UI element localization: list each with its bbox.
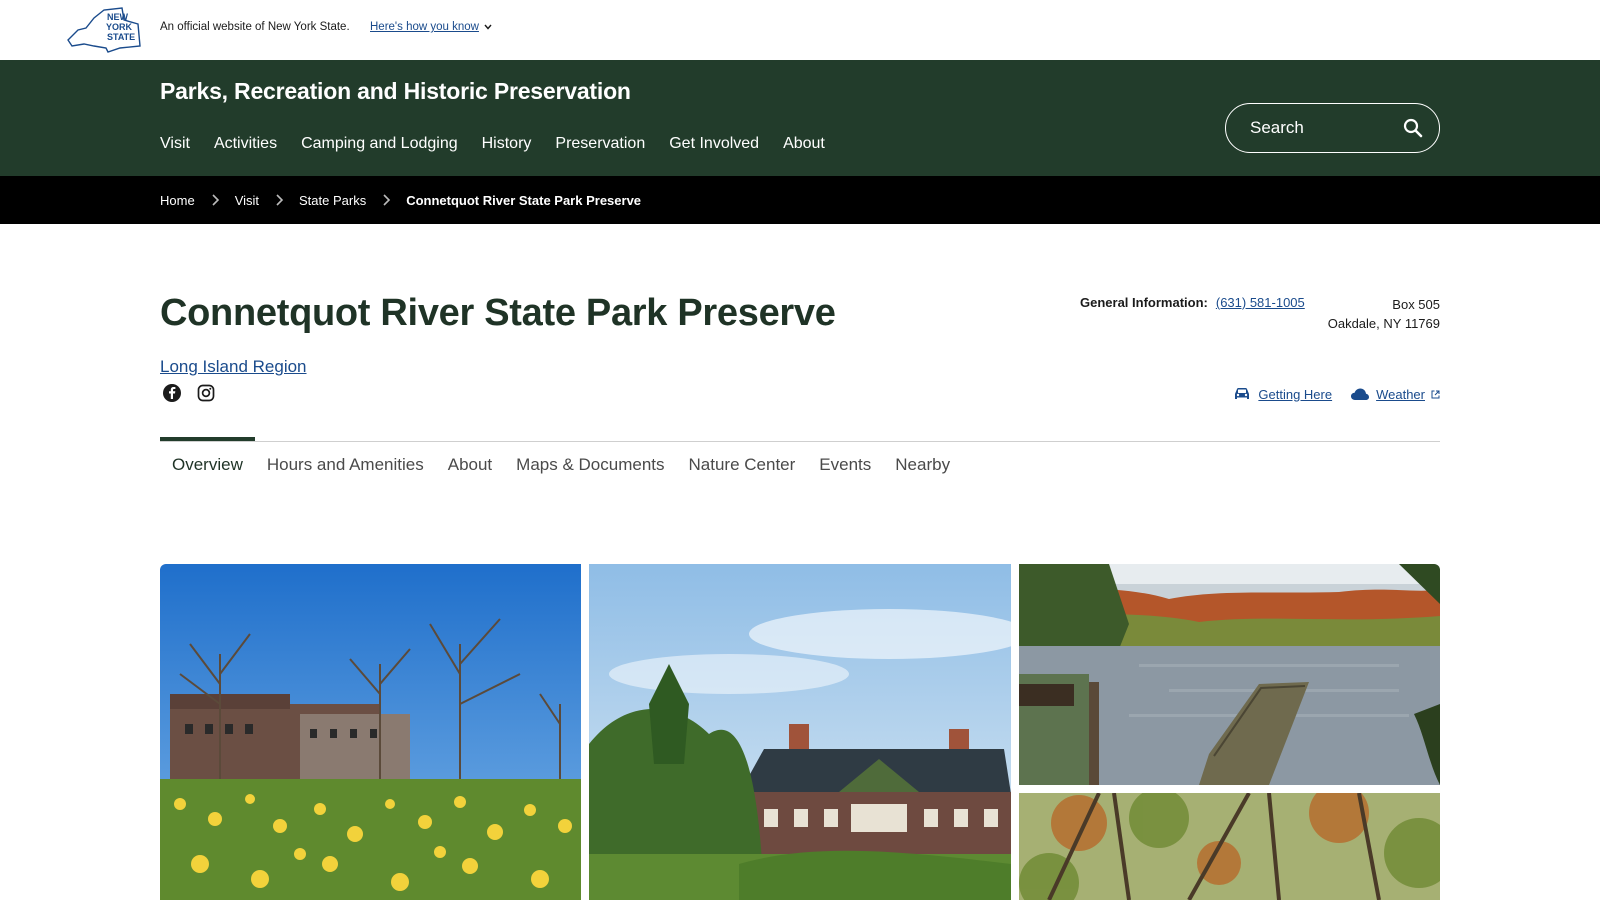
tab-hours-and-amenities[interactable]: Hours and Amenities [255, 441, 436, 481]
logo-text-york: YORK [106, 22, 133, 32]
tab-nature-center[interactable]: Nature Center [677, 441, 808, 481]
park-tabs: Overview Hours and Amenities About Maps … [160, 437, 962, 481]
search-input[interactable] [1250, 118, 1390, 138]
breadcrumb: Home Visit State Parks Connetquot River … [0, 176, 1600, 224]
agency-title[interactable]: Parks, Recreation and Historic Preservat… [160, 78, 631, 105]
photo-gallery [160, 564, 1440, 900]
tab-events[interactable]: Events [807, 441, 883, 481]
gallery-photo-manor-house[interactable] [589, 564, 1011, 900]
nav-get-involved[interactable]: Get Involved [669, 135, 759, 153]
tab-maps-and-documents[interactable]: Maps & Documents [504, 441, 676, 481]
weather-link[interactable]: Weather [1350, 386, 1440, 402]
chevron-down-icon [484, 24, 492, 30]
breadcrumb-visit[interactable]: Visit [235, 193, 259, 208]
chevron-right-icon [276, 194, 284, 206]
nys-logo[interactable]: NEW YORK STATE [64, 6, 144, 54]
breadcrumb-state-parks[interactable]: State Parks [299, 193, 366, 208]
main-nav: Visit Activities Camping and Lodging His… [160, 135, 849, 153]
search-icon[interactable] [1401, 116, 1425, 140]
general-info-label: General Information: [1080, 295, 1208, 310]
gallery-photo-lake-dock[interactable] [1019, 564, 1440, 785]
car-icon [1235, 388, 1250, 399]
weather-label: Weather [1376, 386, 1425, 402]
breadcrumb-current: Connetquot River State Park Preserve [406, 192, 642, 208]
phone-link[interactable]: (631) 581-1005 [1216, 295, 1305, 310]
nav-history[interactable]: History [482, 135, 532, 153]
quick-links: Getting Here Weather [1232, 386, 1440, 402]
facebook-icon[interactable] [162, 383, 182, 403]
region-link[interactable]: Long Island Region [160, 357, 307, 377]
tab-overview[interactable]: Overview [160, 437, 255, 481]
general-information: General Information: (631) 581-1005 [1080, 295, 1305, 310]
site-header: Parks, Recreation and Historic Preservat… [0, 60, 1600, 176]
address-line-2: Oakdale, NY 11769 [1327, 316, 1440, 331]
nav-about[interactable]: About [783, 135, 825, 153]
external-link-icon [1431, 390, 1440, 398]
chevron-right-icon [212, 194, 219, 206]
instagram-icon[interactable] [196, 383, 216, 403]
how-you-know-label: Here's how you know [370, 21, 479, 33]
social-links [162, 383, 216, 403]
official-banner: NEW YORK STATE An official website of Ne… [0, 0, 1600, 60]
nav-visit[interactable]: Visit [160, 135, 190, 153]
nav-preservation[interactable]: Preservation [555, 135, 645, 153]
official-site-text: An official website of New York State. [160, 21, 350, 33]
chevron-right-icon [383, 194, 391, 206]
page-title: Connetquot River State Park Preserve [160, 292, 836, 334]
getting-here-label: Getting Here [1258, 386, 1333, 402]
nav-camping-and-lodging[interactable]: Camping and Lodging [301, 135, 458, 153]
search-box [1225, 103, 1440, 153]
logo-text-new: NEW [107, 12, 129, 22]
park-address: Box 505 Oakdale, NY 11769 [1328, 295, 1440, 333]
gallery-photo-daffodils[interactable] [160, 564, 581, 900]
tab-nearby[interactable]: Nearby [883, 441, 962, 481]
breadcrumb-home[interactable]: Home [160, 193, 195, 208]
getting-here-link[interactable]: Getting Here [1232, 386, 1332, 402]
tab-about[interactable]: About [436, 441, 504, 481]
gallery-photo-forest[interactable] [1019, 793, 1440, 900]
address-line-1: Box 505 [1392, 297, 1440, 312]
cloud-icon [1351, 388, 1370, 400]
how-you-know-link[interactable]: Here's how you know [370, 21, 493, 33]
logo-text-state: STATE [107, 32, 135, 42]
nav-activities[interactable]: Activities [214, 135, 277, 153]
